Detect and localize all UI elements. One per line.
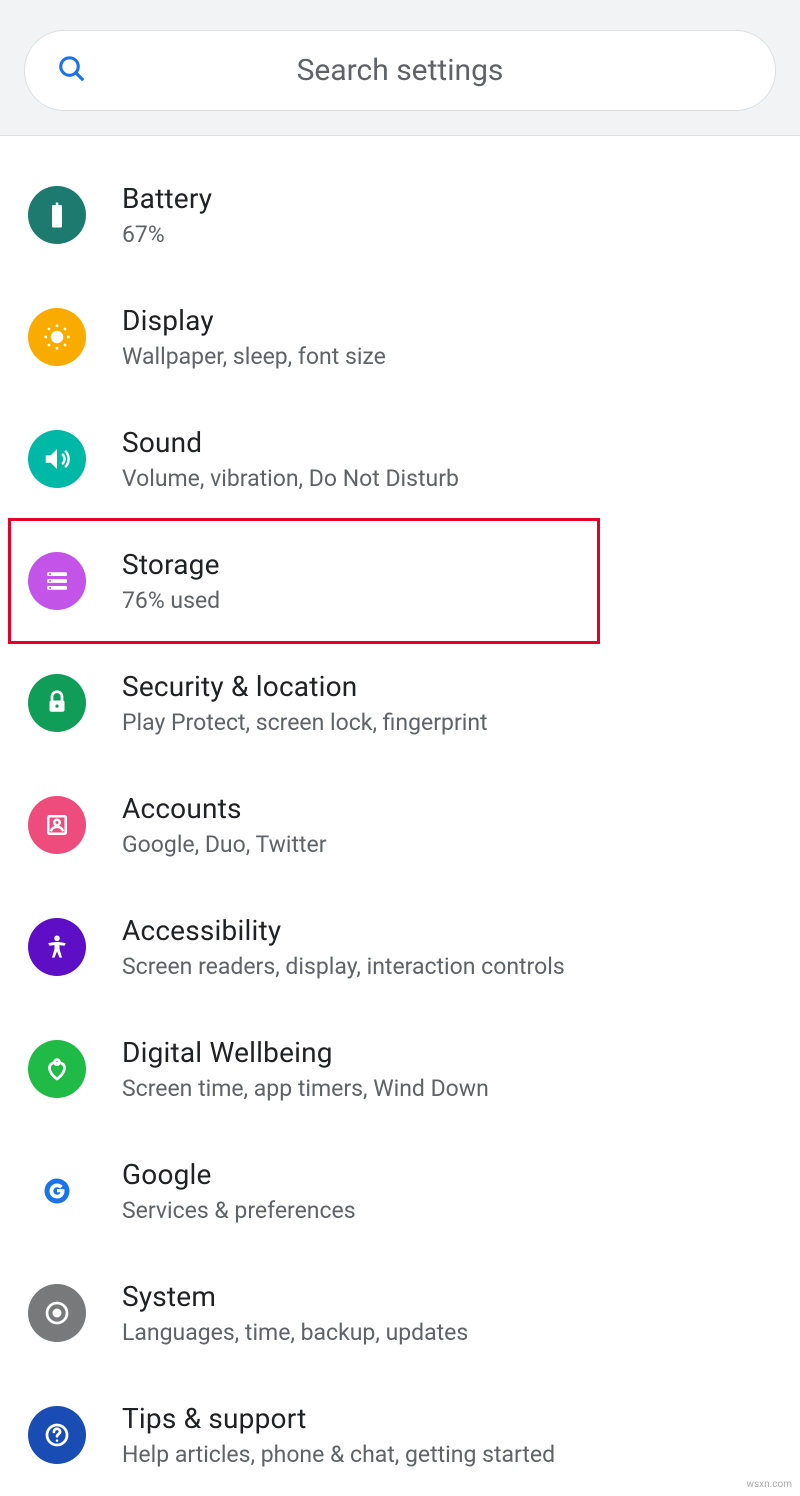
item-text: Accounts Google, Duo, Twitter xyxy=(122,792,327,858)
tips-icon xyxy=(28,1406,86,1464)
item-subtitle: Wallpaper, sleep, font size xyxy=(122,343,386,370)
item-text: Sound Volume, vibration, Do Not Disturb xyxy=(122,426,459,492)
settings-list: Battery 67% Display Wallpaper, sleep, fo… xyxy=(0,136,800,1496)
settings-item-accounts[interactable]: Accounts Google, Duo, Twitter xyxy=(0,764,800,886)
google-icon xyxy=(28,1162,86,1220)
storage-icon xyxy=(28,552,86,610)
item-text: System Languages, time, backup, updates xyxy=(122,1280,468,1346)
item-title: Security & location xyxy=(122,670,488,703)
watermark: wsxn.com xyxy=(746,1479,792,1490)
item-title: Tips & support xyxy=(122,1402,555,1435)
item-text: Storage 76% used xyxy=(122,548,220,614)
system-icon xyxy=(28,1284,86,1342)
settings-item-wellbeing[interactable]: Digital Wellbeing Screen time, app timer… xyxy=(0,1008,800,1130)
item-subtitle: Google, Duo, Twitter xyxy=(122,831,327,858)
item-subtitle: Volume, vibration, Do Not Disturb xyxy=(122,465,459,492)
highlight-box xyxy=(8,518,600,644)
settings-item-display[interactable]: Display Wallpaper, sleep, font size xyxy=(0,276,800,398)
settings-item-accessibility[interactable]: Accessibility Screen readers, display, i… xyxy=(0,886,800,1008)
accessibility-icon xyxy=(28,918,86,976)
item-text: Digital Wellbeing Screen time, app timer… xyxy=(122,1036,489,1102)
settings-item-storage[interactable]: Storage 76% used xyxy=(0,520,800,642)
item-text: Tips & support Help articles, phone & ch… xyxy=(122,1402,555,1468)
sound-icon xyxy=(28,430,86,488)
settings-item-sound[interactable]: Sound Volume, vibration, Do Not Disturb xyxy=(0,398,800,520)
item-subtitle: Services & preferences xyxy=(122,1197,356,1224)
item-title: Sound xyxy=(122,426,459,459)
accounts-icon xyxy=(28,796,86,854)
search-placeholder: Search settings xyxy=(57,53,743,88)
item-title: Google xyxy=(122,1158,356,1191)
settings-item-system[interactable]: System Languages, time, backup, updates xyxy=(0,1252,800,1374)
settings-item-security[interactable]: Security & location Play Protect, screen… xyxy=(0,642,800,764)
item-title: Display xyxy=(122,304,386,337)
item-text: Battery 67% xyxy=(122,182,212,248)
item-subtitle: Languages, time, backup, updates xyxy=(122,1319,468,1346)
item-text: Security & location Play Protect, screen… xyxy=(122,670,488,736)
item-title: System xyxy=(122,1280,468,1313)
item-subtitle: Help articles, phone & chat, getting sta… xyxy=(122,1441,555,1468)
item-subtitle: 67% xyxy=(122,221,212,248)
item-subtitle: 76% used xyxy=(122,587,220,614)
settings-item-battery[interactable]: Battery 67% xyxy=(0,154,800,276)
item-title: Storage xyxy=(122,548,220,581)
item-title: Accessibility xyxy=(122,914,565,947)
search-bar[interactable]: Search settings xyxy=(24,30,776,111)
battery-icon xyxy=(28,186,86,244)
item-subtitle: Screen time, app timers, Wind Down xyxy=(122,1075,489,1102)
item-title: Accounts xyxy=(122,792,327,825)
item-text: Accessibility Screen readers, display, i… xyxy=(122,914,565,980)
wellbeing-icon xyxy=(28,1040,86,1098)
settings-item-google[interactable]: Google Services & preferences xyxy=(0,1130,800,1252)
item-title: Battery xyxy=(122,182,212,215)
settings-item-tips[interactable]: Tips & support Help articles, phone & ch… xyxy=(0,1374,800,1496)
item-title: Digital Wellbeing xyxy=(122,1036,489,1069)
item-subtitle: Screen readers, display, interaction con… xyxy=(122,953,565,980)
item-text: Display Wallpaper, sleep, font size xyxy=(122,304,386,370)
security-icon xyxy=(28,674,86,732)
item-text: Google Services & preferences xyxy=(122,1158,356,1224)
item-subtitle: Play Protect, screen lock, fingerprint xyxy=(122,709,488,736)
search-header: Search settings xyxy=(0,0,800,136)
display-icon xyxy=(28,308,86,366)
